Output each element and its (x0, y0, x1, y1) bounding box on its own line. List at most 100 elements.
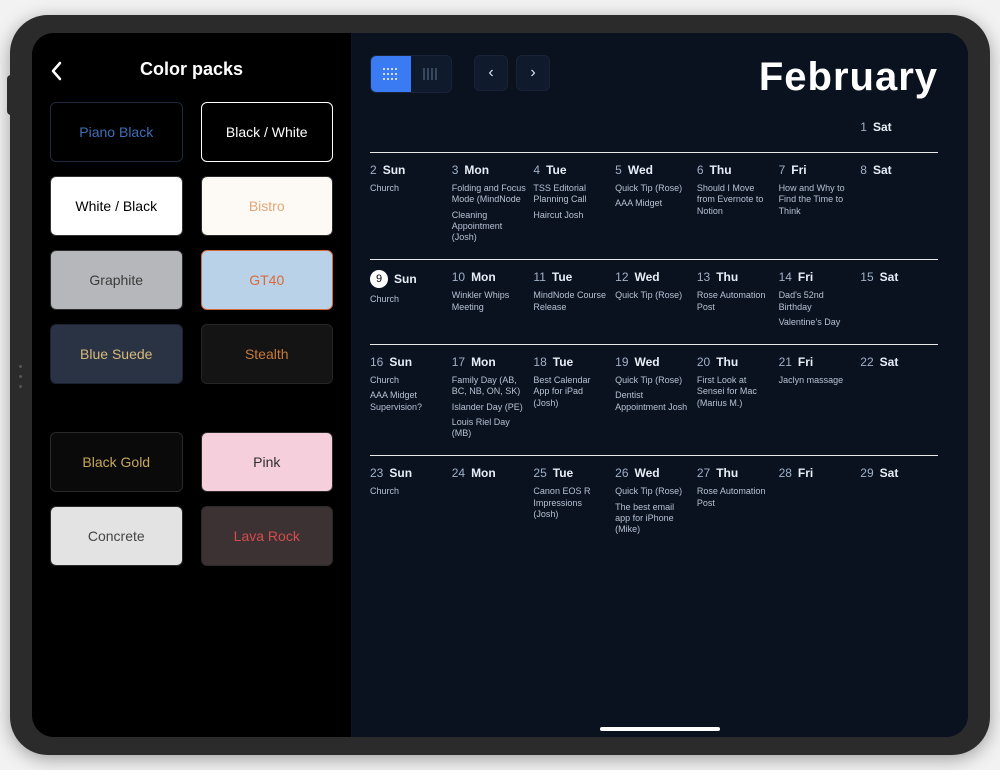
calendar-event[interactable]: AAA Midget Supervision? (370, 390, 445, 413)
calendar-day[interactable]: 1Sat (860, 120, 938, 140)
date-number: 22 (860, 355, 873, 369)
calendar-event[interactable]: Jaclyn massage (779, 375, 854, 386)
day-of-week: Wed (628, 163, 653, 177)
color-pack-option[interactable]: Blue Suede (50, 324, 183, 384)
calendar-day[interactable]: 17MonFamily Day (AB, BC, NB, ON, SK)Isla… (452, 355, 530, 443)
color-pack-option[interactable]: Lava Rock (201, 506, 334, 566)
color-pack-option[interactable]: Piano Black (50, 102, 183, 162)
date-number: 20 (697, 355, 710, 369)
day-of-week: Fri (798, 270, 813, 284)
date-number: 6 (697, 163, 704, 177)
color-pack-option[interactable]: White / Black (50, 176, 183, 236)
day-of-week: Sun (389, 466, 412, 480)
calendar-event[interactable]: The best email app for iPhone (Mike) (615, 502, 690, 536)
calendar-day[interactable]: 2SunChurch (370, 163, 448, 247)
color-pack-option[interactable]: Bistro (201, 176, 334, 236)
calendar-event[interactable]: Church (370, 486, 445, 497)
calendar-week: 9SunChurch10MonWinkler Whips Meeting11Tu… (370, 259, 938, 344)
calendar-day[interactable]: 27ThuRose Automation Post (697, 466, 775, 539)
calendar-day[interactable]: 4 Tue TSS Editorial Planning Call Haircut J… (533, 163, 611, 247)
calendar-day[interactable]: 26WedQuick Tip (Rose)The best email app … (615, 466, 693, 539)
calendar-event[interactable]: TSS Editorial Planning Call (533, 183, 608, 206)
calendar-event[interactable]: Quick Tip (Rose) (615, 486, 690, 497)
calendar-day[interactable]: 23SunChurch (370, 466, 448, 539)
calendar-day[interactable]: 10MonWinkler Whips Meeting (452, 270, 530, 332)
calendar-day[interactable]: 15Sat (860, 270, 938, 332)
calendar-event[interactable]: Rose Automation Post (697, 486, 772, 509)
calendar-event[interactable]: Dad's 52nd Birthday (779, 290, 854, 313)
color-pack-option[interactable]: Black / White (201, 102, 334, 162)
calendar-day[interactable]: 11TueMindNode Course Release (533, 270, 611, 332)
calendar-day[interactable]: 22Sat (860, 355, 938, 443)
calendar-event[interactable]: Quick Tip (Rose) (615, 375, 690, 386)
calendar-event[interactable]: Cleaning Appointment (Josh) (452, 210, 527, 244)
calendar-event[interactable]: Quick Tip (Rose) (615, 290, 690, 301)
calendar-day[interactable]: 24Mon (452, 466, 530, 539)
calendar-event[interactable]: Islander Day (PE) (452, 402, 527, 413)
calendar-event[interactable]: Rose Automation Post (697, 290, 772, 313)
color-pack-option[interactable]: Pink (201, 432, 334, 492)
calendar-day[interactable]: 20 Thu First Look at Sensei for Mac (Mariu… (697, 355, 775, 443)
day-of-week: Sun (383, 163, 406, 177)
calendar-day[interactable]: 5WedQuick Tip (Rose)AAA Midget (615, 163, 693, 247)
calendar-event[interactable]: Folding and Focus Mode (MindNode (452, 183, 527, 206)
calendar-day[interactable]: 18TueBest Calendar App for iPad (Josh) (533, 355, 611, 443)
calendar-event[interactable]: Winkler Whips Meeting (452, 290, 527, 313)
date-number: 17 (452, 355, 465, 369)
calendar-event[interactable]: Haircut Josh (533, 210, 608, 221)
color-pack-option[interactable]: Stealth (201, 324, 334, 384)
color-pack-option[interactable]: Concrete (50, 506, 183, 566)
calendar-day[interactable]: 7FriHow and Why to Find the Time to Thin… (779, 163, 857, 247)
calendar-day[interactable]: 3MonFolding and Focus Mode (MindNodeClea… (452, 163, 530, 247)
calendar-event[interactable]: Dentist Appointment Josh (615, 390, 690, 413)
calendar-event[interactable]: How and Why to Find the Time to Think (779, 183, 854, 217)
calendar-day[interactable]: 16 Sun Church AAA Midget Supervision? (370, 355, 448, 443)
calendar-event[interactable]: Louis Riel Day (MB) (452, 417, 527, 440)
calendar-day[interactable]: 6ThuShould I Move from Evernote to Notio… (697, 163, 775, 247)
calendar-day[interactable]: 28Fri (779, 466, 857, 539)
date-number: 19 (615, 355, 628, 369)
calendar-day[interactable]: 25TueCanon EOS R Impressions (Josh) (533, 466, 611, 539)
view-dots-button[interactable] (371, 56, 411, 92)
color-pack-option[interactable]: Black Gold (50, 432, 183, 492)
calendar-day[interactable]: 29Sat (860, 466, 938, 539)
date-number: 29 (860, 466, 873, 480)
prev-month-button[interactable]: ‹ (474, 55, 508, 91)
day-of-week: Sat (880, 270, 899, 284)
calendar-day[interactable]: 12WedQuick Tip (Rose) (615, 270, 693, 332)
calendar-event[interactable]: Church (370, 183, 445, 194)
calendar-event[interactable]: AAA Midget (615, 198, 690, 209)
calendar-event[interactable]: Family Day (AB, BC, NB, ON, SK) (452, 375, 527, 398)
home-indicator[interactable] (600, 727, 720, 731)
calendar-day[interactable]: 19WedQuick Tip (Rose)Dentist Appointment… (615, 355, 693, 443)
day-of-week: Tue (553, 355, 573, 369)
day-of-week: Tue (546, 163, 566, 177)
next-month-button[interactable]: › (516, 55, 550, 91)
calendar-event[interactable]: Church (370, 375, 445, 386)
calendar-event[interactable]: First Look at Sensei for Mac (Marius M.) (697, 375, 772, 409)
view-list-button[interactable] (411, 56, 451, 92)
back-button[interactable] (50, 61, 64, 85)
calendar-event[interactable]: MindNode Course Release (533, 290, 608, 313)
calendar-week: 16 Sun Church AAA Midget Supervision? 17MonF… (370, 344, 938, 455)
calendar-event[interactable]: Church (370, 294, 445, 305)
color-pack-option[interactable]: Graphite (50, 250, 183, 310)
calendar-day[interactable]: 13ThuRose Automation Post (697, 270, 775, 332)
calendar-day[interactable]: 9SunChurch (370, 270, 448, 332)
day-of-week: Sun (389, 355, 412, 369)
calendar-event[interactable]: Best Calendar App for iPad (Josh) (533, 375, 608, 409)
calendar-day[interactable]: 8Sat (860, 163, 938, 247)
date-number: 16 (370, 355, 383, 369)
calendar-event[interactable]: Valentine’s Day (779, 317, 854, 328)
calendar-day[interactable]: 21FriJaclyn massage (779, 355, 857, 443)
date-number: 24 (452, 466, 465, 480)
sidebar-title: Color packs (140, 59, 243, 80)
day-of-week: Thu (716, 355, 738, 369)
calendar-event[interactable]: Quick Tip (Rose) (615, 183, 690, 194)
calendar-day[interactable]: 14FriDad's 52nd BirthdayValentine’s Day (779, 270, 857, 332)
calendar-event[interactable]: Canon EOS R Impressions (Josh) (533, 486, 608, 520)
calendar-event[interactable]: Should I Move from Evernote to Notion (697, 183, 772, 217)
day-of-week: Sun (394, 272, 417, 286)
color-pack-option[interactable]: GT40 (201, 250, 334, 310)
date-number: 4 (533, 163, 540, 177)
